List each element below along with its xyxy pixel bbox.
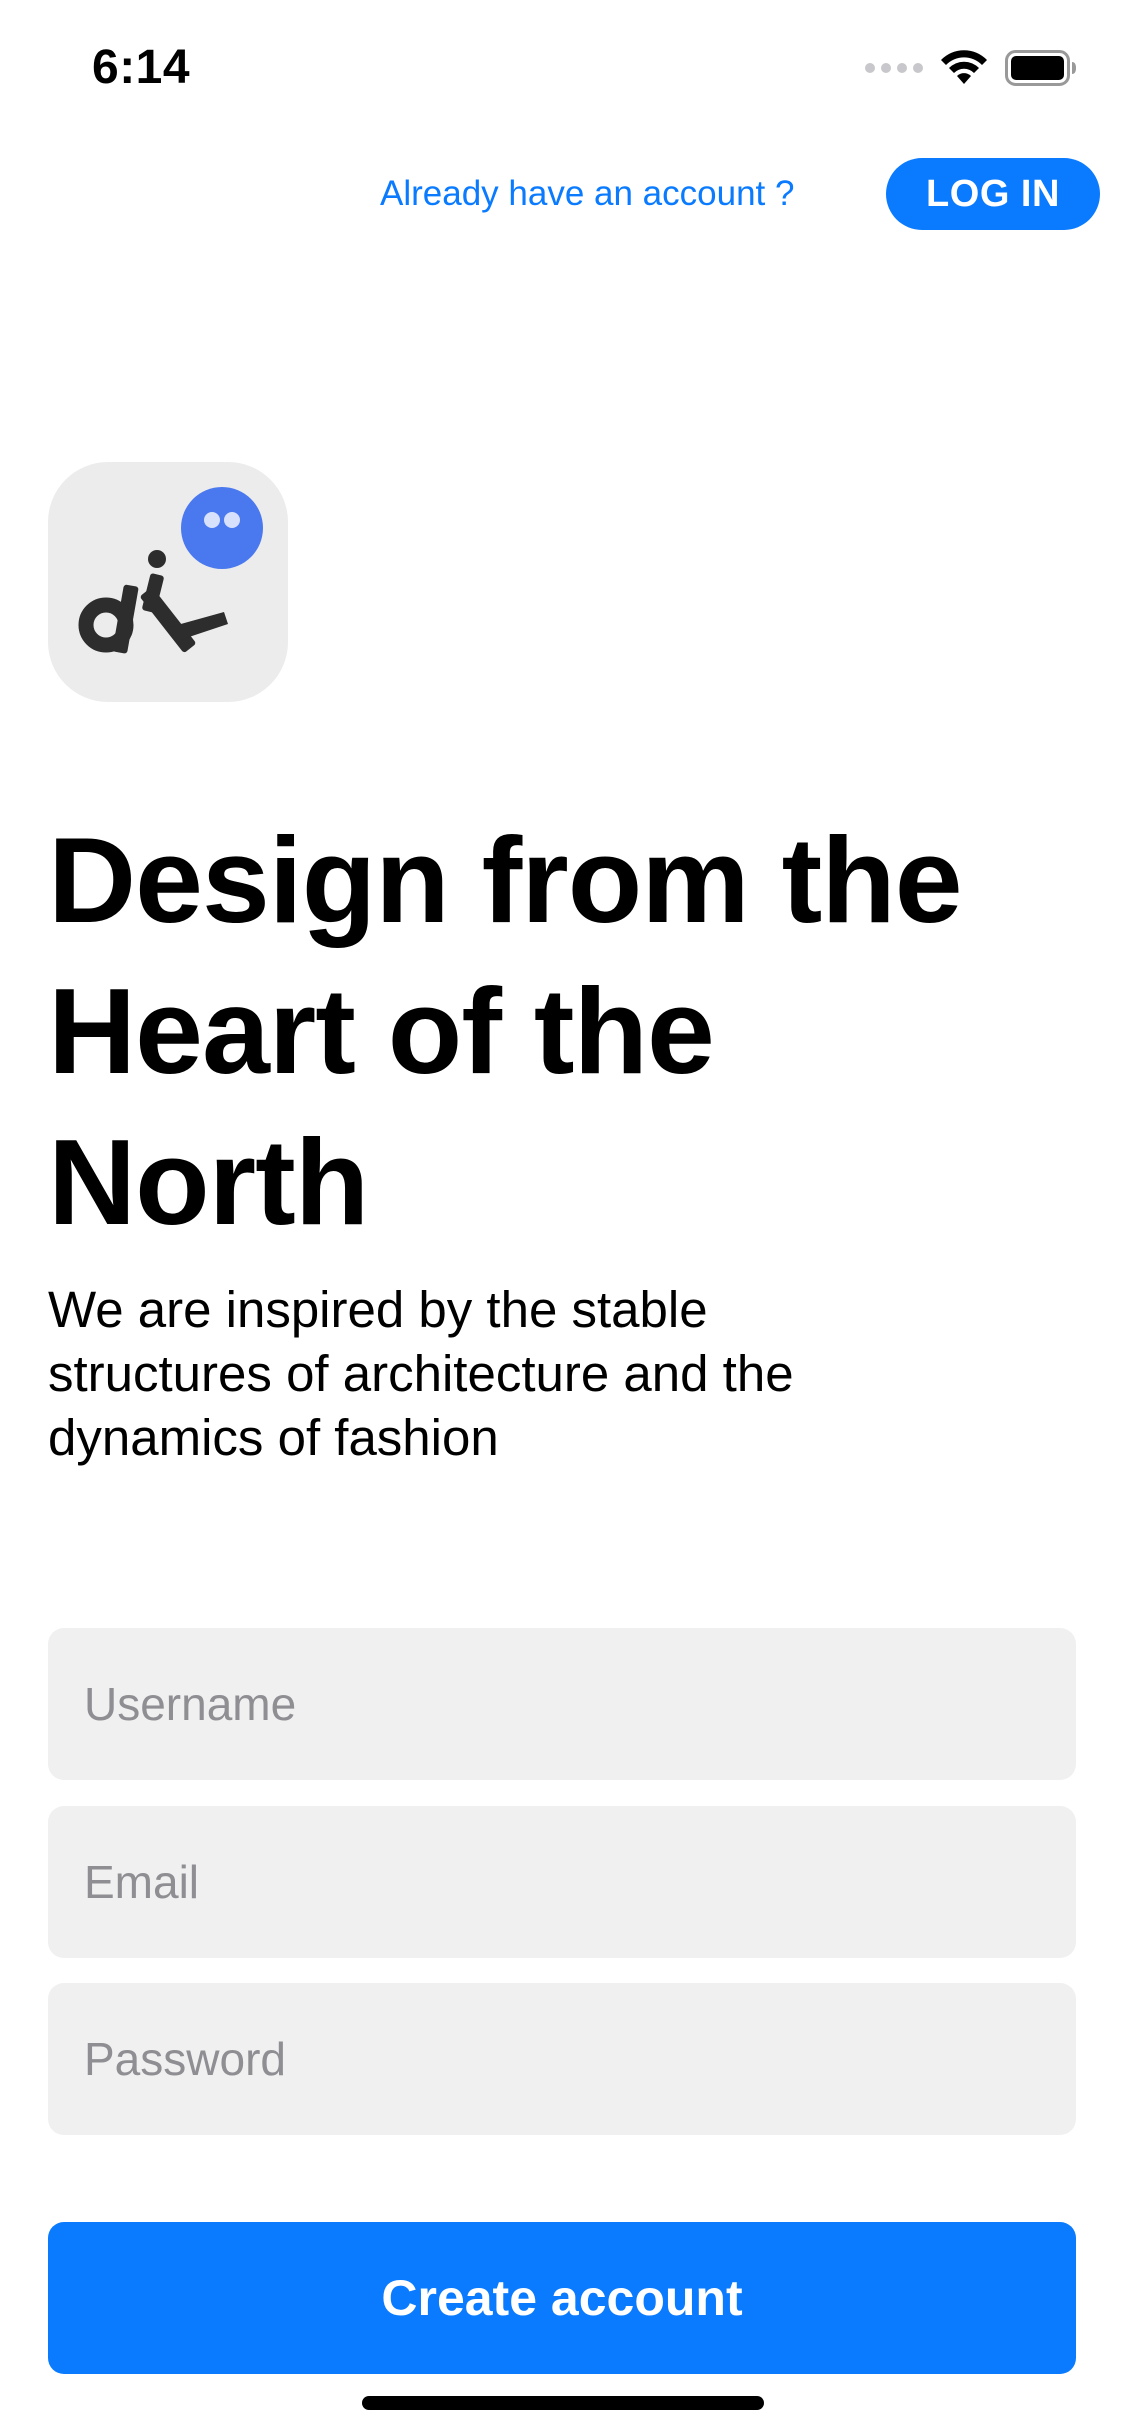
username-input[interactable] — [48, 1628, 1076, 1780]
already-have-account-text[interactable]: Already have an account ? — [380, 172, 794, 216]
home-indicator[interactable] — [362, 2396, 764, 2410]
dik-logo-mark — [78, 487, 263, 654]
battery-icon — [1005, 50, 1076, 86]
password-input[interactable] — [48, 1983, 1076, 2135]
page-title: Design from the Heart of the North — [48, 812, 963, 1250]
login-button[interactable]: LOG IN — [886, 158, 1100, 230]
dik-logo — [48, 462, 288, 702]
email-input[interactable] — [48, 1806, 1076, 1958]
signal-icon — [865, 63, 923, 73]
wifi-icon — [941, 50, 987, 84]
status-time: 6:14 — [92, 41, 191, 94]
status-icons — [865, 48, 1077, 88]
create-account-button[interactable]: Create account — [48, 2222, 1076, 2374]
page-subtitle: We are inspired by the stable structures… — [48, 1281, 794, 1466]
